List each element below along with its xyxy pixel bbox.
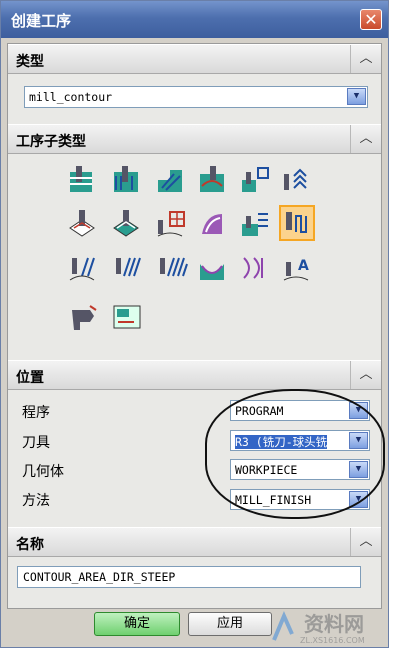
watermark-sub: ZL.XS1616.COM: [300, 636, 365, 645]
dialog-body: 类型 ︿ mill_contour ▼ 工序子类型 ︿ A 位置 ︿ 程序 刀具…: [7, 43, 382, 609]
section-location-header[interactable]: 位置 ︿: [8, 360, 381, 390]
mill-user-icon[interactable]: [72, 305, 97, 330]
contour-text-icon[interactable]: A: [283, 258, 309, 281]
apply-button[interactable]: 应用: [188, 612, 272, 636]
program-dropdown[interactable]: PROGRAM ▼: [230, 400, 370, 421]
zlevel-profile-icon[interactable]: [70, 166, 92, 192]
variable-streamline-icon[interactable]: [160, 257, 188, 277]
chevron-down-icon[interactable]: ▼: [349, 461, 368, 478]
surface-area-icon[interactable]: [157, 211, 185, 237]
section-subtype-header[interactable]: 工序子类型 ︿: [8, 124, 381, 154]
geometry-label: 几何体: [22, 464, 64, 480]
program-label: 程序: [22, 405, 50, 421]
collapse-chevron-icon[interactable]: ︿: [350, 361, 381, 389]
tool-dropdown[interactable]: R3 (铣刀-球头铣 ▼: [230, 430, 370, 451]
zlevel-corner-icon[interactable]: [114, 166, 138, 192]
rest-milling-icon[interactable]: [202, 214, 222, 234]
chevron-down-icon[interactable]: ▼: [349, 432, 368, 449]
contour-profile-icon[interactable]: [200, 264, 224, 280]
zlevel-steep-icon[interactable]: [158, 170, 182, 192]
type-dropdown[interactable]: mill_contour ▼: [24, 86, 368, 108]
section-location-title: 位置: [16, 370, 44, 386]
collapse-chevron-icon[interactable]: ︿: [350, 45, 381, 73]
chevron-down-icon[interactable]: ▼: [349, 491, 368, 508]
section-name-title: 名称: [16, 537, 44, 553]
collapse-chevron-icon[interactable]: ︿: [350, 528, 381, 556]
section-type-title: 类型: [16, 54, 44, 70]
dialog-title: 创建工序: [11, 12, 72, 30]
program-dropdown-value: PROGRAM: [235, 404, 284, 418]
operation-subtype-grid: A: [69, 166, 315, 330]
section-type-header[interactable]: 类型 ︿: [8, 44, 381, 74]
ok-button[interactable]: 确定: [94, 612, 180, 636]
method-dropdown-value: MILL_FINISH: [235, 493, 312, 507]
close-button[interactable]: ✕: [360, 9, 382, 30]
contour-surface-area-icon[interactable]: [113, 210, 139, 237]
tool-dropdown-value: R3 (铣刀-球头铣: [235, 435, 328, 449]
variable-contour-icon[interactable]: [116, 257, 141, 277]
geometry-dropdown[interactable]: WORKPIECE ▼: [230, 459, 370, 480]
geometry-dropdown-value: WORKPIECE: [235, 463, 298, 477]
contour-area-icon[interactable]: [69, 210, 95, 237]
create-operation-dialog: 创建工序 ✕ 类型 ︿ mill_contour ▼ 工序子类型 ︿ A 位置 …: [0, 0, 389, 648]
type-dropdown-value: mill_contour: [29, 90, 113, 104]
chevron-down-icon[interactable]: ▼: [349, 402, 368, 419]
zlevel-cut-icon[interactable]: [200, 166, 224, 192]
streamline-icon[interactable]: [284, 168, 307, 190]
method-label: 方法: [22, 493, 50, 509]
chevron-down-icon[interactable]: ▼: [347, 88, 366, 105]
tool-label: 刀具: [22, 435, 50, 451]
watermark: 资料网 ZL.XS1616.COM: [270, 606, 390, 650]
section-subtype-title: 工序子类型: [16, 134, 86, 150]
close-icon: ✕: [364, 10, 378, 29]
method-dropdown[interactable]: MILL_FINISH ▼: [230, 489, 370, 510]
section-name-header[interactable]: 名称 ︿: [8, 527, 381, 557]
fixed-contour-icon[interactable]: [69, 257, 95, 281]
title-bar[interactable]: 创建工序 ✕: [1, 1, 388, 38]
contour-area-dir-steep-icon[interactable]: [279, 205, 315, 241]
operation-name-input[interactable]: CONTOUR_AREA_DIR_STEEP: [17, 566, 361, 588]
collapse-chevron-icon[interactable]: ︿: [350, 125, 381, 153]
flowcut-icon[interactable]: [242, 167, 269, 192]
contour-text-surface-icon[interactable]: [243, 257, 263, 279]
flowcut-single-icon[interactable]: [242, 213, 268, 236]
mill-control-icon[interactable]: [113, 305, 141, 329]
watermark-text: 资料网: [304, 612, 364, 636]
svg-text:A: A: [298, 258, 309, 274]
